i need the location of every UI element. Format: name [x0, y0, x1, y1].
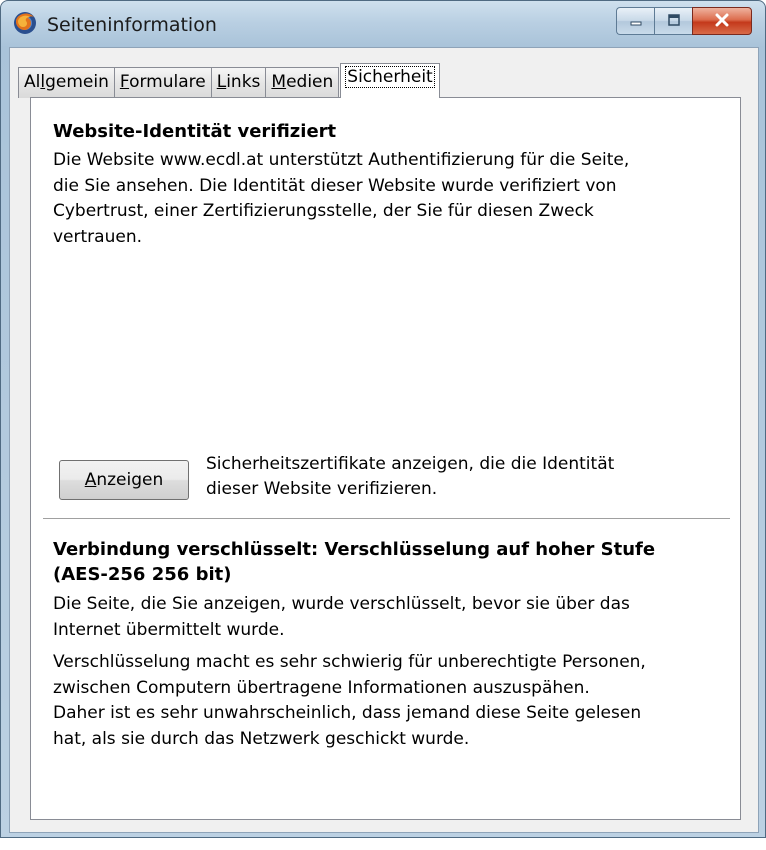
tab-sicherheit[interactable]: Sicherheit — [340, 63, 440, 98]
tab-accesskey: F — [119, 72, 130, 92]
tab-label-part: Al — [24, 72, 41, 92]
button-label: nzeigen — [96, 470, 164, 490]
identity-heading: Website-Identität verifiziert — [53, 121, 337, 142]
tab-strip: Allgemein Formulare Links Medien Sicherh… — [18, 63, 440, 98]
minimize-button[interactable] — [616, 7, 654, 35]
tab-label-part: ormulare — [129, 72, 206, 92]
dialog-body: Allgemein Formulare Links Medien Sicherh… — [9, 47, 759, 833]
text-line: Verschlüsselung macht es sehr schwierig … — [53, 652, 646, 672]
text-line: hat, als sie durch das Netzwerk geschick… — [53, 728, 470, 749]
heading-line: (AES-256 256 bit) — [53, 564, 232, 585]
text-line: Cybertrust, einer Zertifizierungsstelle,… — [53, 201, 594, 221]
connection-text-2: Verschlüsselung macht es sehr schwierig … — [53, 650, 646, 752]
tab-label-part: gemein — [45, 72, 109, 92]
tab-medien[interactable]: Medien — [265, 67, 340, 98]
firefox-icon — [13, 11, 37, 35]
text-line: Sicherheitszertifikate anzeigen, die die… — [206, 454, 615, 474]
maximize-icon — [667, 12, 681, 31]
tab-links[interactable]: Links — [210, 67, 267, 98]
text-line: Die Website www.ecdl.at unterstützt Auth… — [53, 150, 630, 170]
minimize-icon — [629, 12, 643, 31]
certificate-description: Sicherheitszertifikate anzeigen, die die… — [206, 452, 614, 502]
text-line: Die Seite, die Sie anzeigen, wurde versc… — [53, 594, 630, 614]
connection-text-1: Die Seite, die Sie anzeigen, wurde versc… — [53, 592, 630, 643]
tab-label-part: inks — [226, 72, 261, 92]
title-bar[interactable]: Seiteninformation — [1, 1, 765, 47]
text-line: zwischen Computern übertragene Informati… — [53, 677, 590, 698]
tab-label: Sicherheit — [345, 66, 435, 88]
text-line: vertrauen. — [53, 226, 142, 247]
heading-line: Verbindung verschlüsselt: Verschlüsselun… — [53, 539, 656, 560]
page-info-window: Seiteninformation Allgemein Formulare Li… — [0, 0, 766, 838]
close-icon — [714, 12, 730, 31]
view-certificate-button[interactable]: Anzeigen — [59, 460, 189, 500]
maximize-button[interactable] — [654, 7, 692, 35]
tab-allgemein[interactable]: Allgemein — [18, 67, 115, 98]
caption-buttons — [616, 7, 752, 35]
tab-formulare[interactable]: Formulare — [113, 67, 212, 98]
section-divider — [43, 518, 730, 519]
text-line: Internet übermittelt wurde. — [53, 619, 285, 640]
text-line: die Sie ansehen. Die Identität dieser We… — [53, 175, 617, 196]
identity-text: Die Website www.ecdl.at unterstützt Auth… — [53, 148, 629, 250]
tab-label-part: edien — [286, 72, 334, 92]
button-accesskey: A — [84, 470, 97, 490]
close-button[interactable] — [692, 7, 752, 35]
tab-accesskey: L — [216, 72, 227, 92]
window-title: Seiteninformation — [47, 14, 217, 36]
connection-heading: Verbindung verschlüsselt: Verschlüsselun… — [53, 537, 713, 587]
text-line: dieser Website verifizieren. — [206, 479, 438, 499]
tab-accesskey: M — [271, 72, 287, 92]
security-panel: Website-Identität verifiziert Die Websit… — [30, 97, 741, 820]
text-line: Daher ist es sehr unwahrscheinlich, dass… — [53, 703, 642, 723]
